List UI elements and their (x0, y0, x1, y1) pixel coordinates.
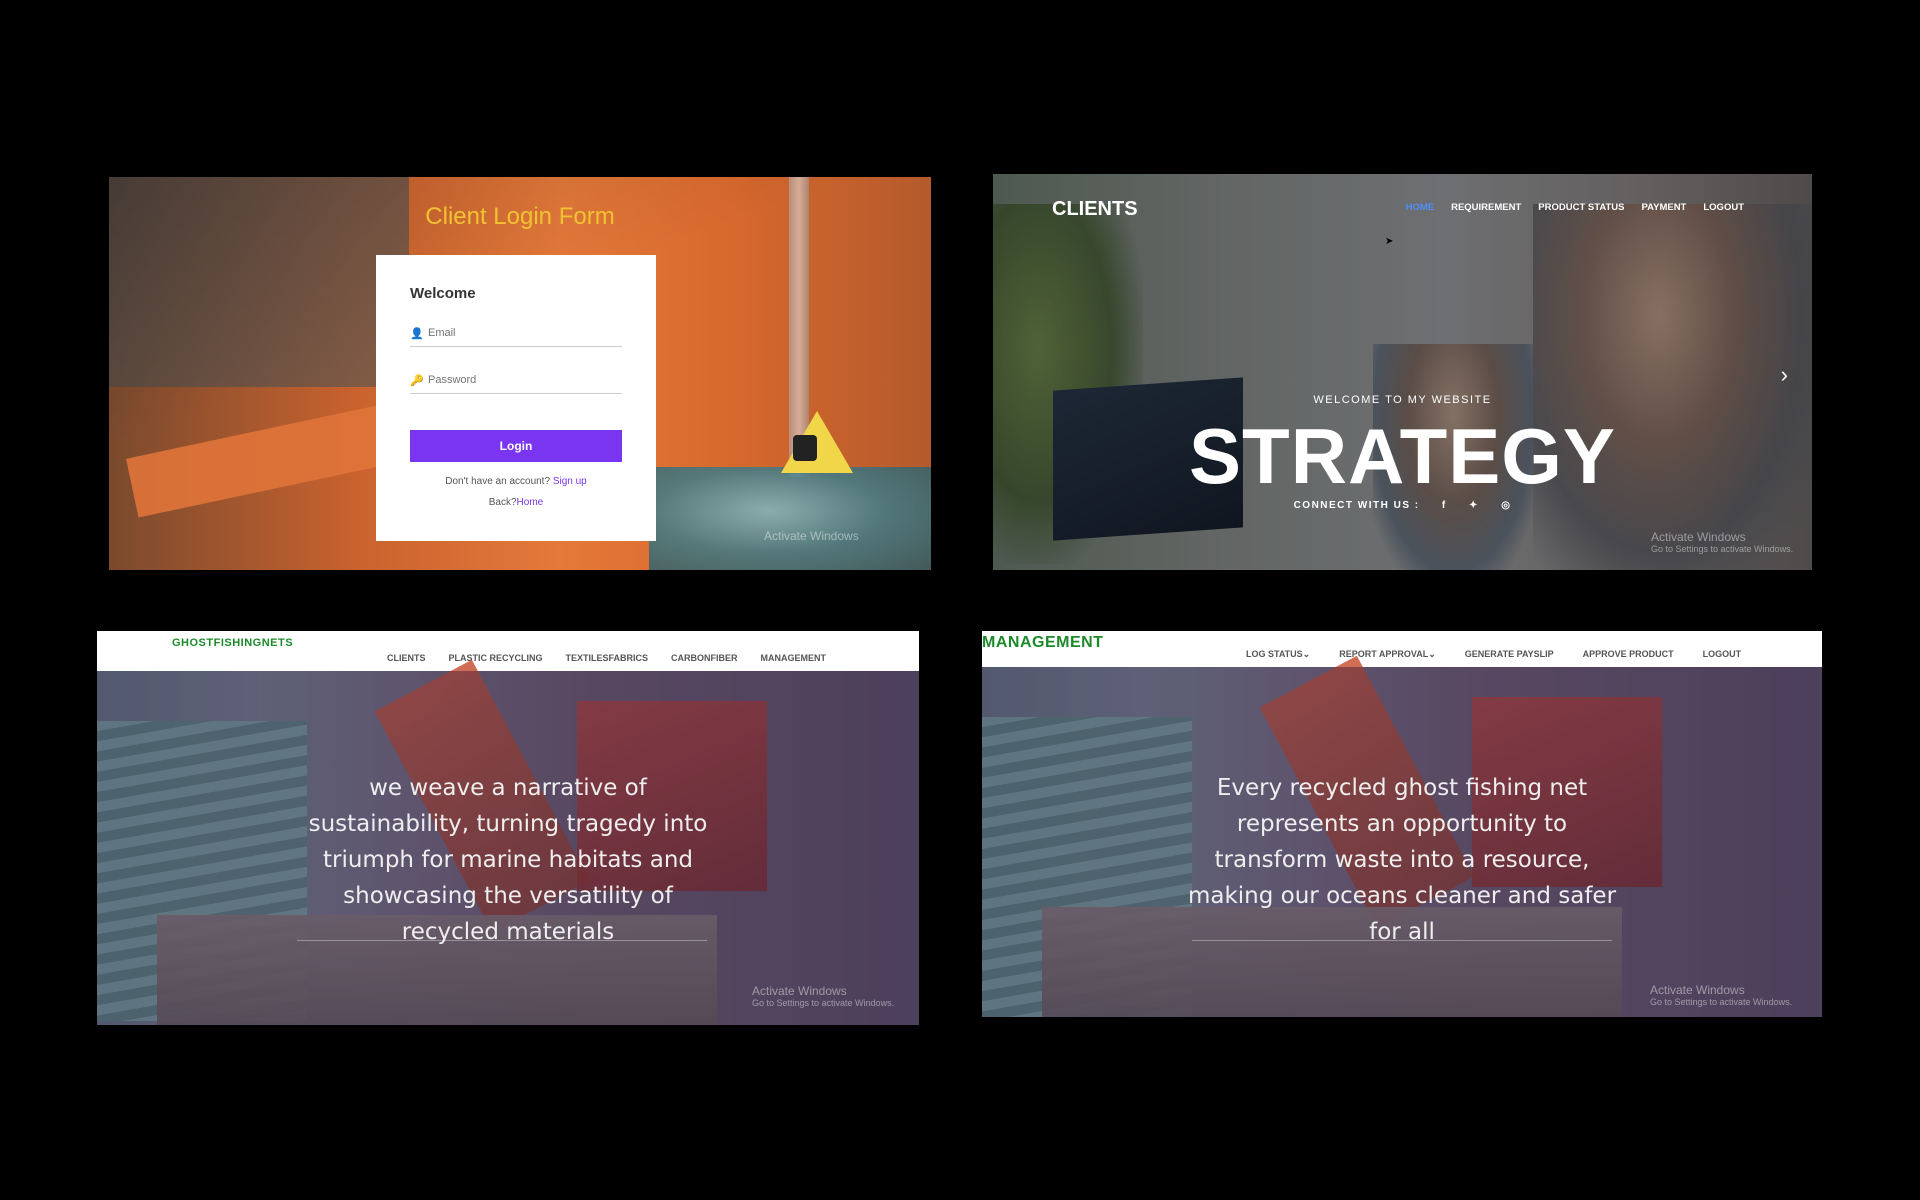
connect-row: CONNECT WITH US : f ✦ ◎ (993, 500, 1812, 511)
nav-payment[interactable]: PAYMENT (1641, 202, 1686, 213)
connect-label: CONNECT WITH US : (1293, 500, 1420, 511)
key-icon: 🔑 (410, 374, 424, 387)
signup-line: Don't have an account? Sign up (410, 476, 622, 487)
site-brand[interactable]: MANAGEMENT (982, 634, 1110, 652)
watermark-title: Activate Windows (1651, 530, 1746, 544)
main-nav: CLIENTS PLASTIC RECYCLING TEXTILESFABRIC… (387, 653, 826, 663)
ghostfishingnets-screenshot: GHOSTFISHINGNETS CLIENTS PLASTIC RECYCLI… (97, 631, 919, 1025)
hero-headline: STRATEGY (1189, 412, 1616, 500)
email-input[interactable] (426, 326, 610, 340)
signup-link[interactable]: Sign up (553, 476, 587, 487)
activate-windows-watermark: Activate Windows Go to Settings to activ… (1651, 530, 1793, 554)
clients-home-screenshot: CLIENTS HOME REQUIREMENT PRODUCT STATUS … (993, 174, 1812, 570)
nav-log-status[interactable]: LOG STATUS⌄ (1246, 649, 1310, 660)
nav-home[interactable]: HOME (1406, 202, 1435, 213)
watermark-title: Activate Windows (752, 984, 847, 998)
dribbble-icon[interactable]: ◎ (1501, 500, 1511, 511)
nav-requirement[interactable]: REQUIREMENT (1451, 202, 1521, 213)
email-field[interactable]: 👤 (410, 320, 622, 347)
nav-logout[interactable]: LOGOUT (1703, 202, 1744, 213)
client-login-screenshot: Client Login Form Welcome 👤 🔑 Login Don'… (109, 177, 931, 570)
nav-approve-product[interactable]: APPROVE PRODUCT (1583, 649, 1674, 660)
activate-windows-watermark: Activate Windows Go to Settings to activ… (1650, 983, 1792, 1007)
nav-generate-payslip[interactable]: GENERATE PAYSLIP (1465, 649, 1554, 660)
next-slide-icon[interactable]: › (1781, 362, 1788, 388)
watermark-subtitle: Go to Settings to activate Windows. (752, 998, 895, 1008)
activate-windows-watermark: Activate Windows Go to Settings to activ… (752, 984, 894, 1008)
hero-caption: Every recycled ghost fishing net represe… (1187, 775, 1617, 945)
activate-windows-watermark: Activate Windows (764, 529, 859, 543)
hero-caption: we weave a narrative of sustainability, … (308, 775, 708, 945)
login-heading: Welcome (410, 285, 476, 302)
watermark-title: Activate Windows (1650, 983, 1745, 997)
hero-divider (297, 940, 707, 941)
warning-sign-icon (781, 411, 853, 473)
nav-carbon-fiber[interactable]: CARBONFIBER (671, 653, 738, 663)
site-brand[interactable]: GHOSTFISHINGNETS (172, 637, 293, 649)
facebook-icon[interactable]: f (1442, 500, 1447, 511)
signup-prompt: Don't have an account? (445, 476, 551, 487)
hero-welcome: WELCOME TO MY WEBSITE (1313, 394, 1492, 406)
hero-divider (1192, 940, 1612, 941)
watermark-subtitle: Go to Settings to activate Windows. (1651, 544, 1794, 554)
management-screenshot: MANAGEMENT LOG STATUS⌄ REPORT APPROVAL⌄ … (982, 631, 1822, 1017)
background-water (649, 467, 931, 570)
nav-logout[interactable]: LOGOUT (1703, 649, 1742, 660)
nav-product-status[interactable]: PRODUCT STATUS (1538, 202, 1624, 213)
watermark-subtitle: Go to Settings to activate Windows. (1650, 997, 1793, 1007)
back-line: Back?Home (410, 497, 622, 508)
password-input[interactable] (426, 373, 610, 387)
twitter-icon[interactable]: ✦ (1469, 500, 1479, 511)
mouse-cursor-icon: ➤ (1385, 236, 1394, 247)
nav-plastic-recycling[interactable]: PLASTIC RECYCLING (449, 653, 543, 663)
nav-clients[interactable]: CLIENTS (387, 653, 426, 663)
main-nav: LOG STATUS⌄ REPORT APPROVAL⌄ GENERATE PA… (1246, 649, 1741, 660)
login-card: Welcome 👤 🔑 Login Don't have an account?… (376, 255, 656, 541)
nav-management[interactable]: MANAGEMENT (761, 653, 827, 663)
hero-section: we weave a narrative of sustainability, … (97, 659, 919, 1025)
nav-textiles-fabrics[interactable]: TEXTILESFABRICS (566, 653, 649, 663)
hero-section: Every recycled ghost fishing net represe… (982, 655, 1822, 1017)
site-logo[interactable]: CLIENTS (1052, 198, 1138, 221)
user-icon: 👤 (410, 327, 424, 340)
home-link[interactable]: Home (517, 497, 544, 508)
login-form-title: Client Login Form (425, 203, 615, 230)
password-field[interactable]: 🔑 (410, 367, 622, 394)
hand-hazard-icon (793, 435, 817, 461)
login-button[interactable]: Login (410, 430, 622, 462)
main-nav: HOME REQUIREMENT PRODUCT STATUS PAYMENT … (1406, 202, 1744, 213)
back-prompt: Back? (488, 497, 517, 508)
